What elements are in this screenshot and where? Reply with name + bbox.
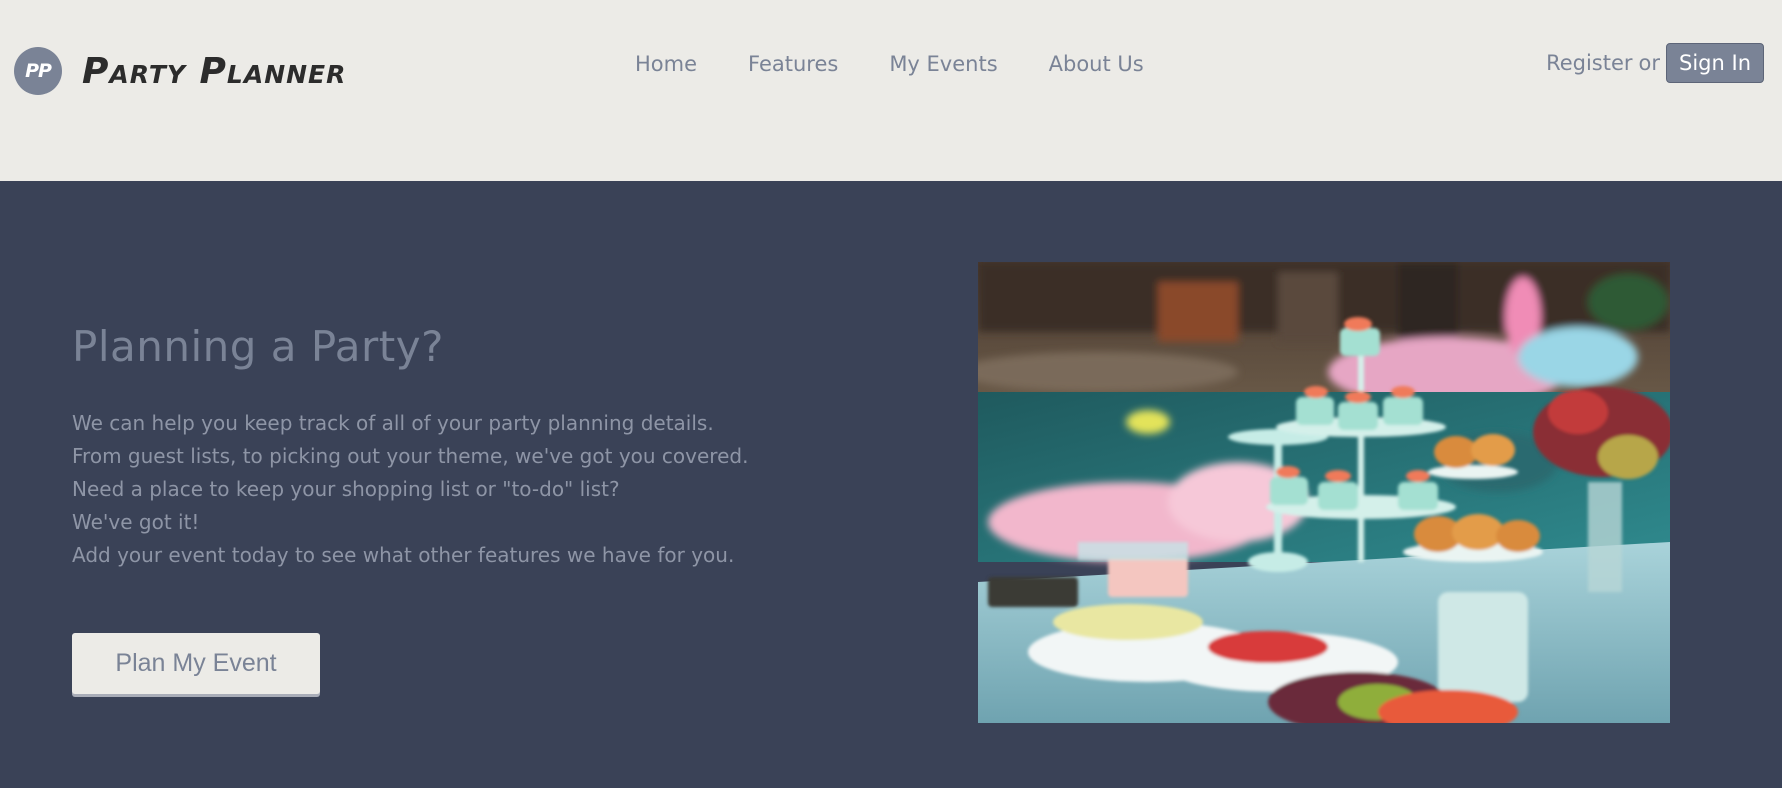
hero-line: Add your event today to see what other f… [72,543,735,567]
logo-icon[interactable]: PP [14,47,62,95]
nav-about-us[interactable]: About Us [1049,52,1144,76]
main-nav: Home Features My Events About Us [635,52,1195,76]
party-photo [978,262,1670,723]
hero-line: From guest lists, to picking out your th… [72,444,749,468]
hero-line: Need a place to keep your shopping list … [72,477,620,501]
hero-title: Planning a Party? [72,322,444,371]
register-link[interactable]: Register [1546,51,1632,75]
or-text: or [1638,51,1661,75]
sign-in-button[interactable]: Sign In [1666,43,1764,83]
site-header: PP Party Planner Home Features My Events… [0,0,1782,181]
nav-my-events[interactable]: My Events [889,52,997,76]
party-photo-illustration [978,262,1670,723]
nav-features[interactable]: Features [748,52,838,76]
brand-name[interactable]: Party Planner [82,51,346,92]
plan-my-event-button[interactable]: Plan My Event [72,633,320,694]
nav-home[interactable]: Home [635,52,697,76]
hero-description: We can help you keep track of all of you… [72,407,832,572]
hero-line: We can help you keep track of all of you… [72,411,714,435]
brand[interactable]: PP Party Planner [14,47,346,95]
hero-line: We've got it! [72,510,200,534]
hero-text: Planning a Party? We can help you keep t… [72,322,832,572]
auth-area: Register or Sign In [1546,43,1764,83]
